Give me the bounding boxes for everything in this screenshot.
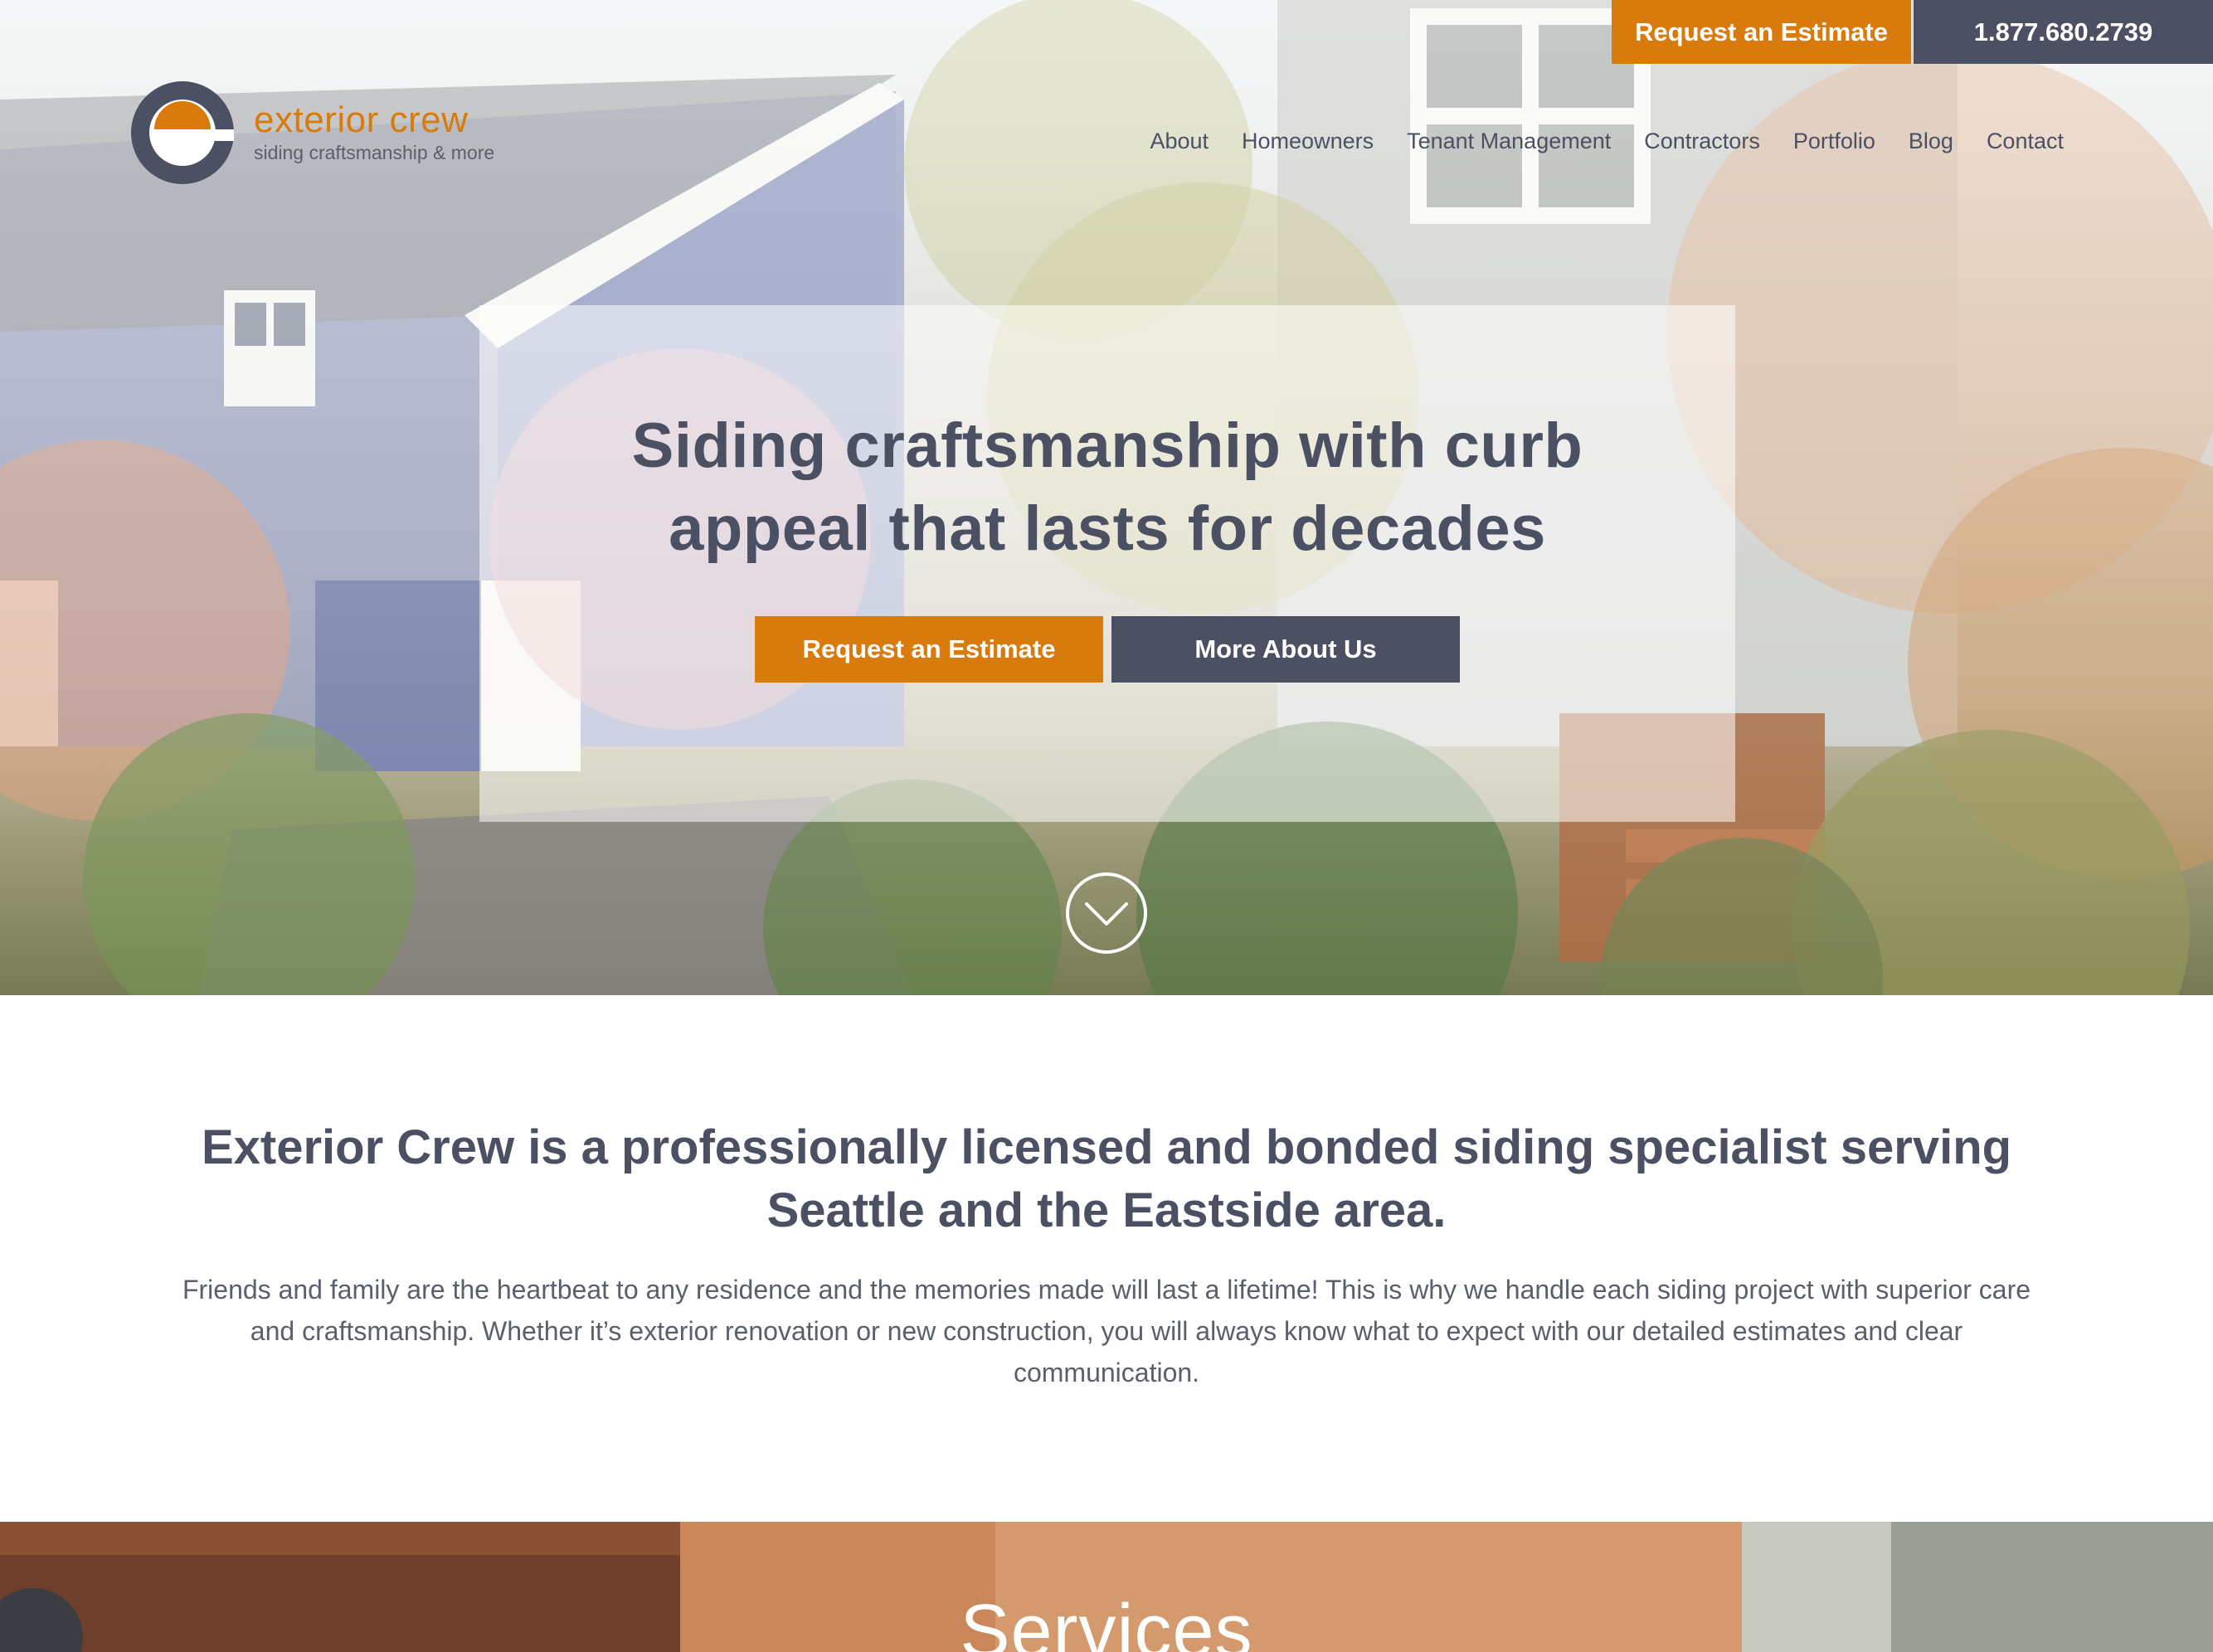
nav-item-about[interactable]: About	[1150, 126, 1209, 156]
intro-heading: Exterior Crew is a professionally licens…	[149, 1116, 2064, 1242]
hero-section: Request an Estimate 1.877.680.2739 exter…	[0, 0, 2213, 995]
top-bar: Request an Estimate 1.877.680.2739	[1612, 0, 2213, 64]
intro-heading-line: Seattle and the Eastside area.	[766, 1183, 1447, 1237]
hero-title-line: Siding craftsmanship with curb	[631, 411, 1583, 481]
nav-item-homeowners[interactable]: Homeowners	[1242, 126, 1374, 156]
logo-name: exterior crew	[254, 100, 469, 140]
intro-paragraph-line: communication.	[1013, 1358, 1200, 1387]
nav-item-blog[interactable]: Blog	[1909, 126, 1953, 156]
hero-buttons: Request an Estimate More About Us	[479, 616, 1735, 683]
site-logo[interactable]: exterior crew siding craftsmanship & mor…	[131, 81, 494, 184]
services-title: Services	[960, 1590, 1253, 1652]
chevron-down-circle-icon[interactable]	[1064, 871, 1149, 955]
nav-item-portfolio[interactable]: Portfolio	[1793, 126, 1875, 156]
topbar-request-estimate-button[interactable]: Request an Estimate	[1612, 0, 1911, 64]
request-estimate-button[interactable]: Request an Estimate	[755, 616, 1103, 683]
intro-paragraph-line: and craftsmanship. Whether it’s exterior…	[250, 1316, 1963, 1346]
intro-heading-line: Exterior Crew is a professionally licens…	[201, 1120, 2012, 1174]
intro-paragraph: Friends and family are the heartbeat to …	[116, 1269, 2097, 1393]
more-about-us-button[interactable]: More About Us	[1111, 616, 1460, 683]
nav-item-contact[interactable]: Contact	[1987, 126, 2064, 156]
hero-title-line: appeal that lasts for decades	[669, 493, 1546, 564]
intro-paragraph-line: Friends and family are the heartbeat to …	[182, 1275, 2031, 1305]
topbar-phone-link[interactable]: 1.877.680.2739	[1914, 0, 2213, 64]
nav-item-contractors[interactable]: Contractors	[1644, 126, 1760, 156]
hero-title: Siding craftsmanship with curb appeal th…	[479, 405, 1735, 571]
nav-item-tenant-management[interactable]: Tenant Management	[1407, 126, 1611, 156]
services-section: Services	[0, 1522, 2213, 1652]
main-nav: About Homeowners Tenant Management Contr…	[1116, 126, 2064, 156]
hero-panel: Siding craftsmanship with curb appeal th…	[479, 305, 1735, 822]
intro-section: Exterior Crew is a professionally licens…	[0, 995, 2213, 1522]
logo-c-icon	[131, 81, 234, 184]
logo-tagline: siding craftsmanship & more	[254, 142, 495, 163]
